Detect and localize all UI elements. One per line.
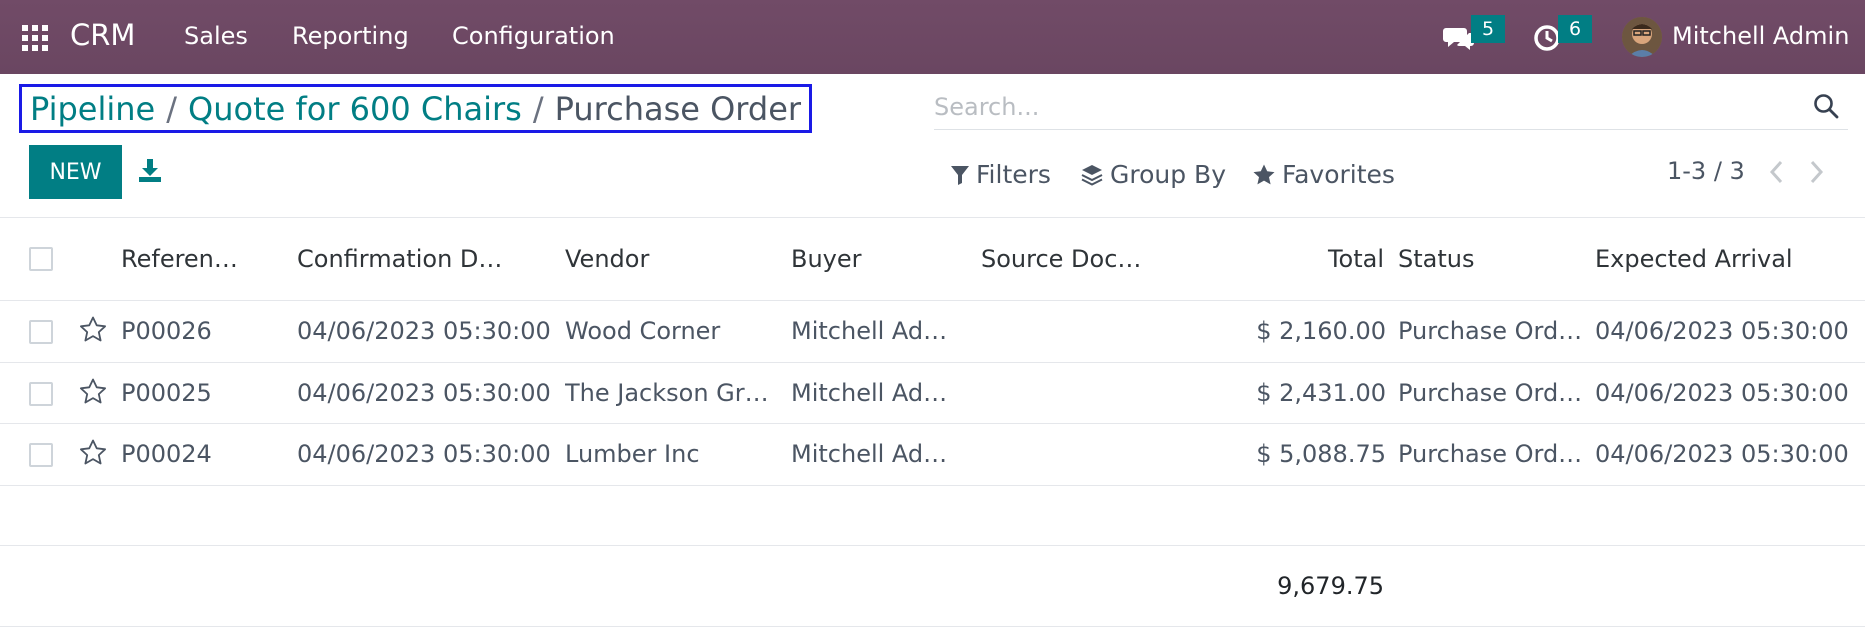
grand-total: 9,679.75 [1277, 572, 1384, 600]
star-icon [1253, 164, 1275, 184]
priority-star-icon[interactable] [78, 438, 108, 468]
row-checkbox[interactable] [29, 443, 53, 467]
column-header-total[interactable]: Total [1180, 245, 1384, 273]
footer-bottom-divider [0, 626, 1865, 627]
column-header-expected-arrival[interactable]: Expected Arrival [1595, 245, 1865, 273]
cell-total: $ 2,160.00 [1256, 317, 1386, 345]
cell-buyer: Mitchell Ad… [791, 317, 948, 345]
cell-reference: P00025 [121, 379, 212, 407]
cell-buyer: Mitchell Ad… [791, 379, 948, 407]
search-input[interactable] [934, 86, 1794, 128]
cell-confirmation-date: 04/06/2023 05:30:00 [297, 317, 551, 345]
breadcrumb-separator: / [532, 89, 544, 128]
footer-divider [0, 545, 1865, 546]
cell-buyer: Mitchell Ad… [791, 440, 948, 468]
search-icon[interactable] [1812, 92, 1840, 120]
cell-status: Purchase Ord… [1398, 379, 1583, 407]
search-bar [934, 86, 1848, 130]
group-by-button[interactable]: Group By [1080, 160, 1226, 189]
breadcrumb: Pipeline / Quote for 600 Chairs / Purcha… [19, 84, 813, 133]
activities-badge: 6 [1558, 15, 1592, 43]
breadcrumb-pipeline[interactable]: Pipeline [30, 90, 155, 128]
messages-badge: 5 [1471, 15, 1505, 43]
menu-configuration[interactable]: Configuration [452, 22, 615, 50]
cell-reference: P00026 [121, 317, 212, 345]
user-avatar[interactable] [1622, 17, 1662, 57]
filters-label: Filters [976, 160, 1051, 189]
row-checkbox[interactable] [29, 382, 53, 406]
top-navbar: CRM Sales Reporting Configuration 5 6 Mi… [0, 0, 1865, 74]
apps-menu-icon[interactable] [22, 25, 48, 51]
column-header-confirmation-date[interactable]: Confirmation D… [297, 245, 557, 273]
table-row[interactable]: P00026 04/06/2023 05:30:00 Wood Corner M… [0, 301, 1865, 363]
app-name[interactable]: CRM [70, 18, 135, 52]
cell-expected-arrival: 04/06/2023 05:30:00 [1595, 317, 1849, 345]
priority-star-icon[interactable] [78, 377, 108, 407]
table-row[interactable]: P00024 04/06/2023 05:30:00 Lumber Inc Mi… [0, 424, 1865, 486]
favorites-button[interactable]: Favorites [1252, 160, 1395, 189]
cell-status: Purchase Ord… [1398, 317, 1583, 345]
filter-icon [951, 165, 969, 185]
cell-status: Purchase Ord… [1398, 440, 1583, 468]
breadcrumb-current: Purchase Order [554, 89, 802, 128]
row-checkbox[interactable] [29, 320, 53, 344]
table-row[interactable]: P00025 04/06/2023 05:30:00 The Jackson G… [0, 363, 1865, 424]
new-button[interactable]: NEW [29, 145, 122, 199]
select-all-checkbox[interactable] [29, 247, 53, 271]
priority-star-icon[interactable] [78, 315, 108, 345]
column-header-buyer[interactable]: Buyer [791, 245, 951, 273]
group-by-label: Group By [1110, 160, 1227, 189]
cell-reference: P00024 [121, 440, 212, 468]
user-menu[interactable]: Mitchell Admin [1672, 22, 1849, 50]
pager-next-icon[interactable] [1806, 158, 1826, 186]
cell-total: $ 2,431.00 [1256, 379, 1386, 407]
column-header-reference[interactable]: Referen… [121, 245, 271, 273]
cell-total: $ 5,088.75 [1256, 440, 1386, 468]
column-header-source-document[interactable]: Source Doc… [981, 245, 1181, 273]
filters-button[interactable]: Filters [950, 160, 1051, 189]
menu-sales[interactable]: Sales [184, 22, 248, 50]
menu-reporting[interactable]: Reporting [292, 22, 409, 50]
table-header: Referen… Confirmation D… Vendor Buyer So… [0, 217, 1865, 301]
breadcrumb-quote[interactable]: Quote for 600 Chairs [188, 90, 522, 128]
column-header-status[interactable]: Status [1398, 245, 1578, 273]
favorites-label: Favorites [1282, 160, 1395, 189]
download-icon[interactable] [137, 157, 163, 183]
pager-value[interactable]: 1-3 / 3 [1667, 157, 1745, 185]
cell-vendor: Wood Corner [565, 317, 721, 345]
pager-previous-icon[interactable] [1767, 158, 1787, 186]
cell-vendor: The Jackson Gr… [565, 379, 769, 407]
layers-icon [1081, 164, 1103, 186]
column-header-vendor[interactable]: Vendor [565, 245, 765, 273]
cell-confirmation-date: 04/06/2023 05:30:00 [297, 379, 551, 407]
cell-vendor: Lumber Inc [565, 440, 700, 468]
cell-expected-arrival: 04/06/2023 05:30:00 [1595, 440, 1849, 468]
cell-confirmation-date: 04/06/2023 05:30:00 [297, 440, 551, 468]
cell-expected-arrival: 04/06/2023 05:30:00 [1595, 379, 1849, 407]
breadcrumb-separator: / [166, 89, 178, 128]
